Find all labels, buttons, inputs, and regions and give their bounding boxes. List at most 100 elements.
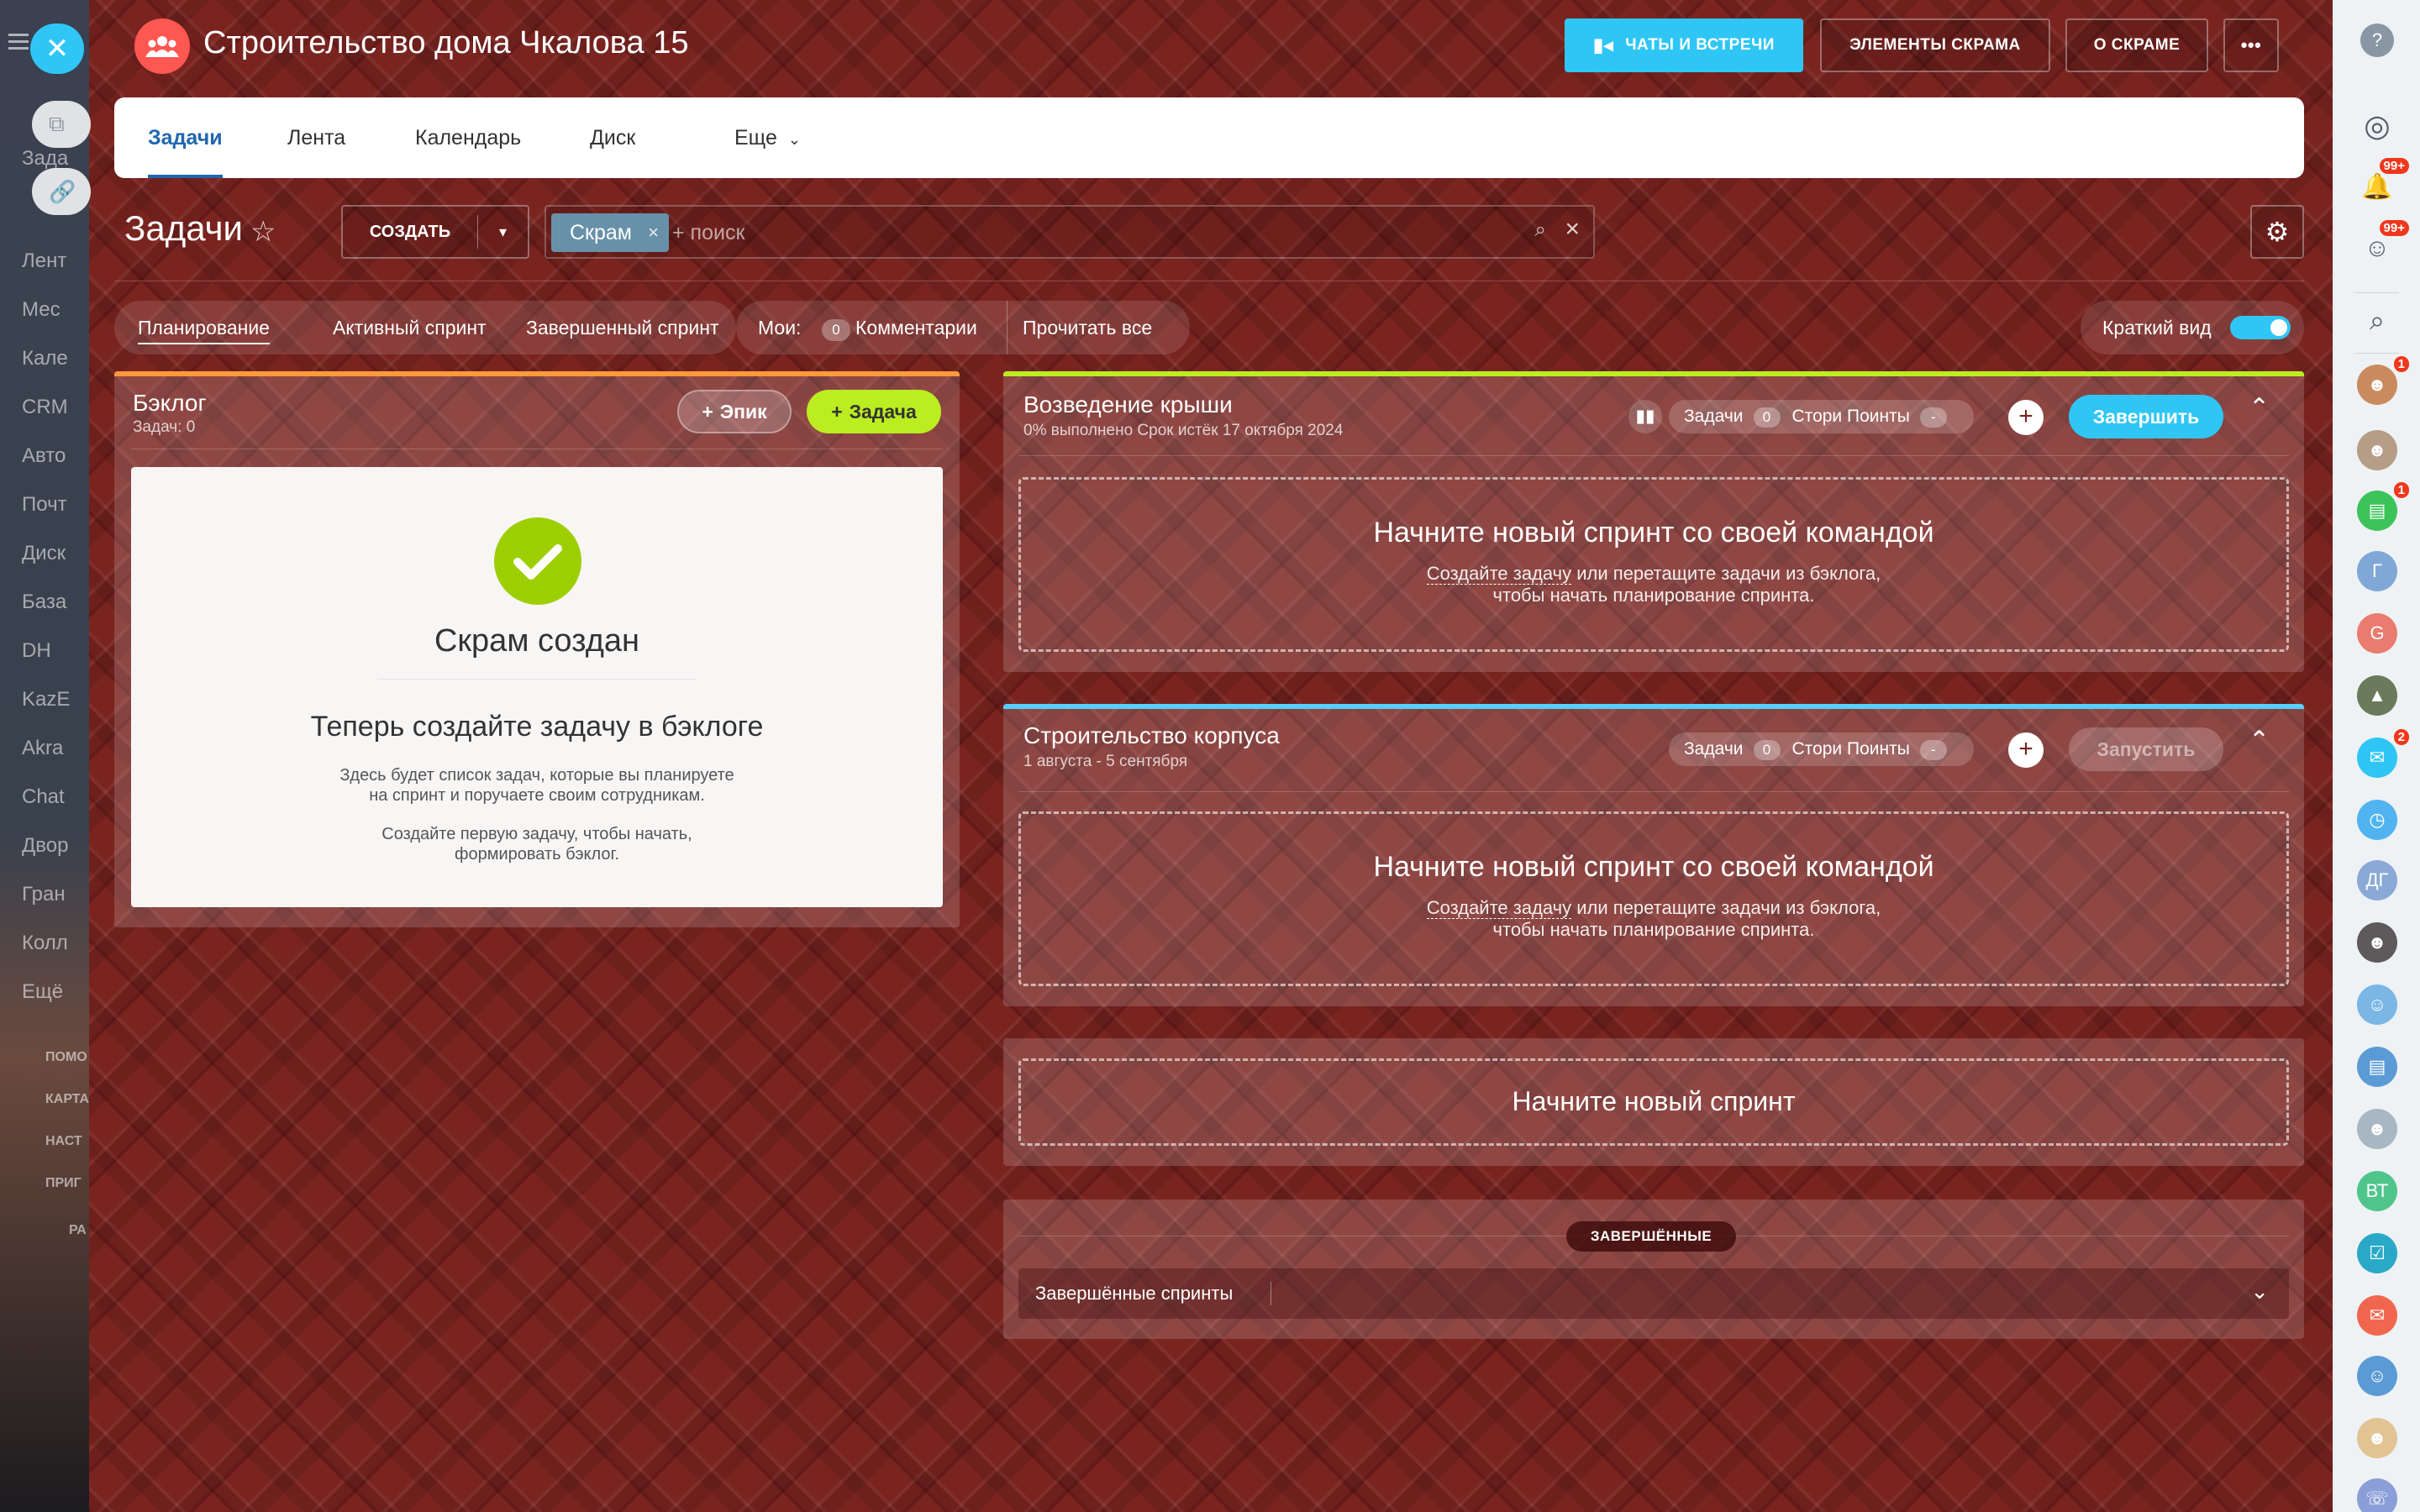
menu-icon[interactable] <box>8 34 29 50</box>
avatar[interactable]: ☻ <box>2357 922 2397 963</box>
chats-meetings-button[interactable]: ▮◂ ЧАТЫ И ВСТРЕЧИ <box>1565 18 1803 72</box>
avatar[interactable]: ДГ <box>2357 860 2397 900</box>
short-view-label: Краткий вид <box>2102 317 2212 339</box>
new-sprint-dropzone[interactable]: Начните новый спринт <box>1018 1058 2289 1146</box>
avatar[interactable]: ◷ <box>2357 800 2397 840</box>
avatar[interactable]: ▲ <box>2357 675 2397 716</box>
sprint-subtitle: 0% выполнено Срок истёк 17 октября 2024 <box>1023 422 1344 439</box>
more-button[interactable]: ••• <box>2223 18 2279 72</box>
tab-disk[interactable]: Диск <box>590 97 635 178</box>
left-menu-item[interactable]: База <box>22 578 89 627</box>
star-icon[interactable]: ☆ <box>250 215 276 249</box>
avatar[interactable]: ✉ 2 <box>2357 729 2409 778</box>
left-menu-item[interactable]: DH <box>22 627 89 675</box>
left-menu-small[interactable]: ПРИГ <box>45 1176 82 1191</box>
sprint-color-bar <box>1003 371 2304 376</box>
create-dropdown-icon[interactable]: ▾ <box>477 215 528 249</box>
sprint-stats: Задачи 0 Стори Поинты - <box>1669 400 1974 433</box>
complete-sprint-button[interactable]: Завершить <box>2069 395 2223 438</box>
dropzone-title: Начните новый спринт со своей командой <box>1373 517 1934 549</box>
left-menu-item[interactable]: Почт <box>22 480 89 529</box>
add-task-label: Задача <box>849 400 917 423</box>
left-menu-item[interactable]: Гран <box>22 870 89 919</box>
left-menu-item[interactable]: Колл <box>22 919 89 968</box>
open-window-icon[interactable]: ⧉ <box>32 101 91 148</box>
comments-counter[interactable]: 0 Комментарии <box>817 301 977 354</box>
left-menu-item[interactable]: CRM <box>22 383 89 432</box>
left-menu-item[interactable]: Chat <box>22 773 89 822</box>
avatar[interactable]: ☑ <box>2357 1233 2397 1273</box>
filter-completed-sprint[interactable]: Завершенный спринт <box>526 301 718 354</box>
avatar[interactable]: ☻ <box>2357 1418 2397 1458</box>
filter-planning[interactable]: Планирование <box>138 301 270 354</box>
close-icon[interactable]: ✕ <box>30 24 84 74</box>
sprint-title: Возведение крыши <box>1023 391 1233 417</box>
empty-state-heading: Теперь создайте задачу в бэклоге <box>310 711 764 743</box>
left-menu-item[interactable]: KazE <box>22 675 89 724</box>
short-view-toggle[interactable] <box>2230 316 2291 339</box>
avatar[interactable]: ☺ <box>2357 1356 2397 1396</box>
tasks-count: 0 <box>1753 740 1781 760</box>
left-menu-item[interactable]: Авто <box>22 432 89 480</box>
avatar[interactable]: Г <box>2357 551 2397 591</box>
avatar[interactable]: ✉ <box>2357 1295 2397 1336</box>
left-menu-item[interactable]: Кале <box>22 334 89 383</box>
bell-icon[interactable]: 🔔 99+ <box>2357 158 2409 207</box>
remove-tag-icon[interactable]: × <box>648 213 659 252</box>
clear-icon[interactable]: × <box>1565 215 1580 244</box>
add-task-button[interactable]: + Задача <box>807 390 941 433</box>
create-task-link[interactable]: Создайте задачу <box>1426 563 1572 585</box>
left-menu-item[interactable]: Лент <box>22 237 89 286</box>
chevron-up-icon[interactable]: ⌃ <box>2249 726 2270 755</box>
add-epic-button[interactable]: + Эпик <box>677 390 792 433</box>
left-menu-item[interactable]: Двор <box>22 822 89 870</box>
left-menu-small[interactable]: РА <box>69 1223 87 1238</box>
avatar[interactable]: ☻ <box>2357 430 2397 470</box>
left-menu-item[interactable]: Akra <box>22 724 89 773</box>
help-icon[interactable]: ? <box>2360 24 2394 57</box>
tab-tasks[interactable]: Задачи <box>148 97 223 178</box>
left-menu-item[interactable]: Диск <box>22 529 89 578</box>
add-task-plus-icon[interactable]: + <box>2008 732 2044 768</box>
backlog-title: Бэклог <box>133 390 207 416</box>
add-task-plus-icon[interactable]: + <box>2008 400 2044 435</box>
avatar[interactable]: ☻ <box>2357 1109 2397 1149</box>
dropzone-text: Создайте задачу или перетащите задачи из… <box>1021 897 2286 919</box>
scrum-elements-button[interactable]: ЭЛЕМЕНТЫ СКРАМА <box>1820 18 2050 72</box>
completed-sprints-select[interactable]: Завершённые спринты ⌄ <box>1018 1268 2289 1319</box>
tab-calendar[interactable]: Календарь <box>415 97 521 178</box>
left-menu: Зада Лент Мес Кале CRM Авто Почт Диск Ба… <box>22 101 89 1016</box>
chevron-up-icon[interactable]: ⌃ <box>2249 393 2270 423</box>
filter-active-sprint[interactable]: Активный спринт <box>333 301 487 354</box>
search-input[interactable] <box>672 213 1428 252</box>
left-sidebar: Зада Лент Мес Кале CRM Авто Почт Диск Ба… <box>0 0 89 1512</box>
burndown-chart-icon[interactable]: ▮▮ <box>1628 400 1662 433</box>
left-menu-small[interactable]: ПОМО <box>45 1050 87 1065</box>
sprint-stats: Задачи 0 Стори Поинты - <box>1669 732 1974 766</box>
avatar[interactable]: ☻ 1 <box>2357 356 2409 405</box>
search-icon[interactable]: ⌕ <box>2357 301 2397 341</box>
avatar[interactable]: ▤ 1 <box>2357 482 2409 531</box>
search-icon[interactable]: ⌕ <box>1535 218 1546 242</box>
counters-pill: Мои: 0 Комментарии Прочитать все <box>736 301 1190 354</box>
avatar[interactable]: ВТ <box>2357 1171 2397 1211</box>
read-all-link[interactable]: Прочитать все <box>1007 301 1152 354</box>
avatar[interactable]: G <box>2357 613 2397 654</box>
avatar[interactable]: ▤ <box>2357 1047 2397 1087</box>
left-menu-item[interactable]: Мес <box>22 286 89 334</box>
chat-icon[interactable]: ☺ 99+ <box>2357 220 2409 269</box>
gear-icon[interactable]: ⚙ <box>2250 205 2304 259</box>
tab-more[interactable]: Еще ⌄ <box>734 97 801 178</box>
start-sprint-button[interactable]: Запустить <box>2069 727 2223 771</box>
avatar[interactable]: ☺ <box>2357 984 2397 1025</box>
tab-feed[interactable]: Лента <box>287 97 345 178</box>
avatar[interactable]: ☏ <box>2357 1478 2397 1512</box>
create-button[interactable]: СОЗДАТЬ ▾ <box>341 205 529 259</box>
copilot-icon[interactable]: ◎ <box>2357 106 2397 146</box>
left-menu-small[interactable]: НАСТ <box>45 1134 82 1149</box>
left-menu-item[interactable]: Ещё <box>22 968 89 1016</box>
create-task-link[interactable]: Создайте задачу <box>1426 897 1572 919</box>
about-scrum-button[interactable]: О СКРАМЕ <box>2065 18 2208 72</box>
link-icon[interactable]: 🔗 <box>32 168 91 215</box>
left-menu-small[interactable]: КАРТА <box>45 1092 89 1107</box>
